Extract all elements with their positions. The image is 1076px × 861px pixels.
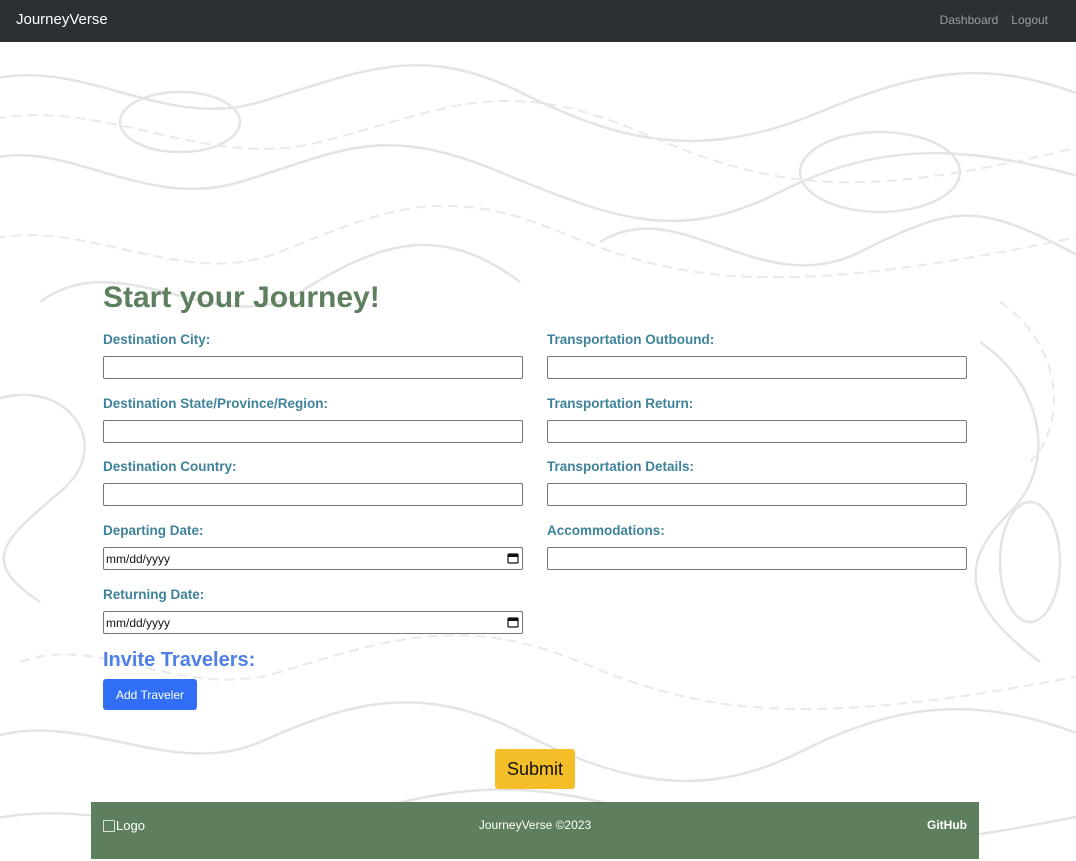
transportation-outbound-input[interactable]	[547, 356, 967, 379]
add-traveler-button[interactable]: Add Traveler	[103, 679, 197, 710]
page-title: Start your Journey!	[103, 281, 380, 314]
destination-region-input[interactable]	[103, 420, 523, 443]
returning-date-value: mm/dd/yyyy	[106, 616, 171, 630]
nav-link-logout[interactable]: Logout	[1011, 12, 1048, 28]
footer-copyright: JourneyVerse ©2023	[478, 818, 592, 832]
transportation-return-input[interactable]	[547, 420, 967, 443]
footer: Logo JourneyVerse ©2023 GitHub	[91, 802, 979, 859]
destination-city-input[interactable]	[103, 356, 523, 379]
returning-date-input[interactable]: mm/dd/yyyy	[103, 611, 523, 634]
transportation-details-input[interactable]	[547, 483, 967, 506]
accommodations-label: Accommodations:	[547, 523, 665, 538]
destination-country-label: Destination Country:	[103, 459, 237, 474]
github-link[interactable]: GitHub	[927, 818, 967, 832]
destination-region-label: Destination State/Province/Region:	[103, 396, 329, 411]
brand-link[interactable]: JourneyVerse	[16, 10, 108, 30]
calendar-icon[interactable]	[507, 616, 519, 628]
destination-city-label: Destination City:	[103, 332, 211, 347]
departing-date-input[interactable]: mm/dd/yyyy	[103, 547, 523, 570]
transportation-details-label: Transportation Details:	[547, 459, 695, 474]
destination-country-input[interactable]	[103, 483, 523, 506]
departing-date-label: Departing Date:	[103, 523, 204, 538]
transportation-return-label: Transportation Return:	[547, 396, 694, 411]
invite-travelers-heading: Invite Travelers:	[103, 649, 256, 671]
nav-link-dashboard[interactable]: Dashboard	[940, 12, 999, 28]
calendar-icon[interactable]	[507, 552, 519, 564]
departing-date-value: mm/dd/yyyy	[106, 552, 171, 566]
topographic-background	[0, 64, 1076, 848]
accommodations-input[interactable]	[547, 547, 967, 570]
transportation-outbound-label: Transportation Outbound:	[547, 332, 715, 347]
navbar: JourneyVerse Dashboard Logout	[0, 0, 1076, 42]
submit-button[interactable]: Submit	[495, 749, 575, 789]
returning-date-label: Returning Date:	[103, 587, 205, 602]
nav-links: Dashboard Logout	[940, 12, 1048, 28]
